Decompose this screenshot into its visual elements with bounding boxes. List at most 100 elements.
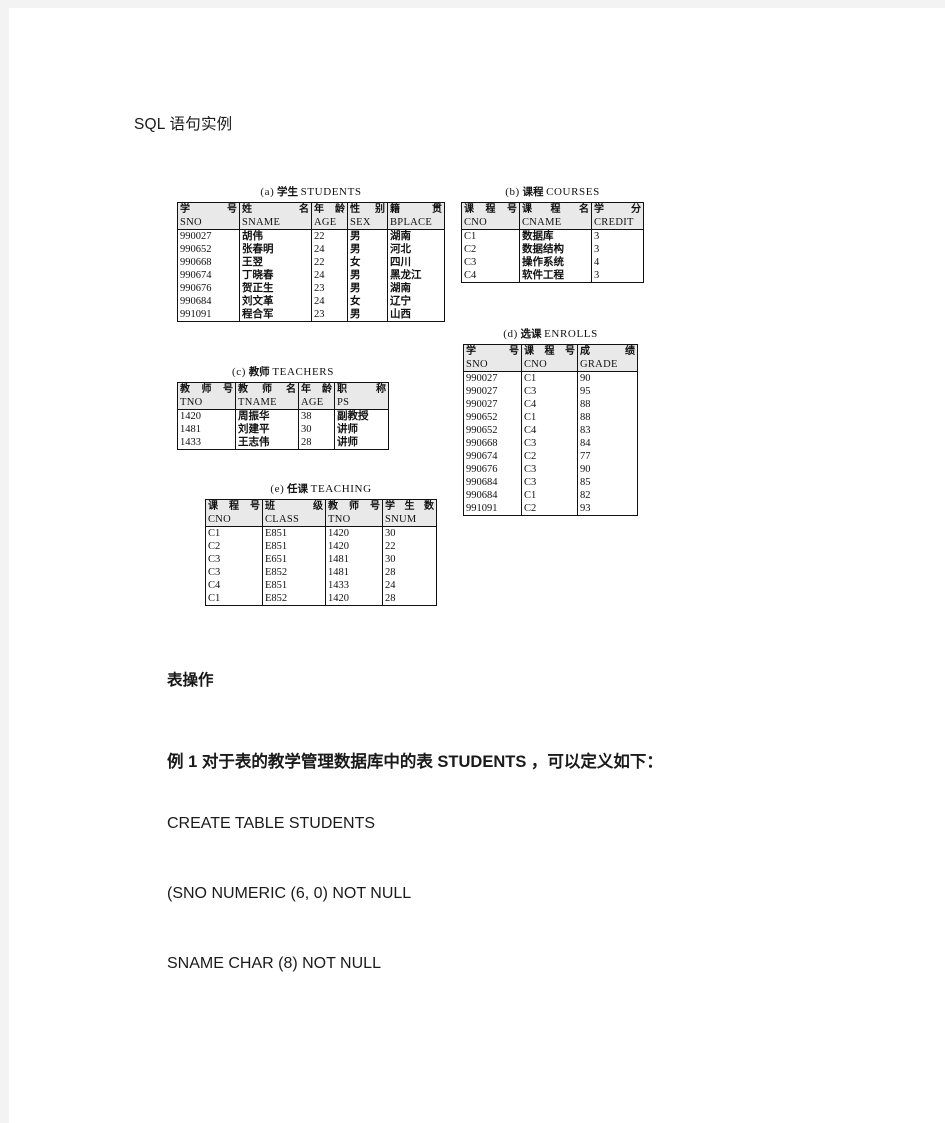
cell-grade: 83 — [577, 424, 638, 437]
table-header-cn-row: 课程号 班级 教师号 学生数 — [205, 499, 437, 513]
col-header-en-credit: CREDIT — [591, 216, 644, 230]
cell-cno: C4 — [521, 398, 578, 411]
figure-teaching: (e) 任课 TEACHING 课程号 班级 教师号 学生数 CNO CLASS… — [205, 481, 437, 606]
cell-grade: 90 — [577, 463, 638, 476]
col-header-en-tno: TNO — [325, 513, 383, 527]
table-header-cn-row: 课程号 课程名 学分 — [461, 202, 644, 216]
table-row: 1481 刘建平 30 讲师 — [177, 423, 389, 436]
col-header-cn-grade: 成绩 — [577, 344, 638, 358]
col-header-en-age: AGE — [298, 396, 335, 410]
col-header-cn-ps: 职称 — [334, 382, 389, 396]
cell-tno: 1420 — [177, 409, 236, 423]
cell-sno: 990027 — [463, 398, 522, 411]
cell-cno: C3 — [521, 463, 578, 476]
cell-age: 28 — [298, 436, 335, 450]
cell-age: 30 — [298, 423, 335, 436]
col-header-en-sex: SEX — [347, 216, 388, 230]
col-header-en-ps: PS — [334, 396, 389, 410]
col-header-cn-tname: 教师名 — [235, 382, 299, 396]
caption-label: (a) — [260, 186, 275, 198]
cell-bplace: 湖南 — [387, 229, 445, 243]
code-line-create-table: CREATE TABLE STUDENTS — [167, 815, 376, 832]
table-row: 990684 C3 85 — [463, 476, 638, 489]
cell-sex: 女 — [347, 256, 388, 269]
cell-grade: 95 — [577, 385, 638, 398]
table-row: 990676 C3 90 — [463, 463, 638, 476]
cell-grade: 93 — [577, 502, 638, 516]
cell-tno: 1481 — [177, 423, 236, 436]
table-row: C3 E852 1481 28 — [205, 566, 437, 579]
cell-class: E851 — [262, 526, 326, 540]
cell-snum: 24 — [382, 579, 437, 592]
cell-tno: 1433 — [177, 436, 236, 450]
cell-sno: 990027 — [463, 371, 522, 385]
figure-courses: (b) 课程 COURSES 课程号 课程名 学分 CNO CNAME CRED… — [461, 184, 644, 283]
table-row: 990674 丁晓春 24 男黑龙江 — [177, 269, 445, 282]
cell-sname: 程合军 — [239, 308, 312, 322]
cell-sno: 990674 — [463, 450, 522, 463]
table-row: 1420 周振华 38 副教授 — [177, 409, 389, 423]
cell-age: 38 — [298, 409, 335, 423]
cell-grade: 88 — [577, 411, 638, 424]
cell-snum: 30 — [382, 553, 437, 566]
cell-age: 24 — [311, 269, 348, 282]
table-header-en-row: TNO TNAME AGE PS — [177, 396, 389, 410]
table-header-cn-row: 教师号 教师名 年龄 职称 — [177, 382, 389, 396]
cell-cno: C1 — [521, 411, 578, 424]
table-header-cn-row: 学 号学号 姓名 年龄 性别 籍贯 — [177, 202, 445, 216]
table-row: 990674 C2 77 — [463, 450, 638, 463]
col-header-cn-age: 年龄 — [311, 202, 348, 216]
cell-tname: 刘建平 — [235, 423, 299, 436]
figure-enrolls: (d) 选课 ENROLLS 学号 课程号 成绩 SNO CNO GRADE 9… — [463, 326, 638, 516]
col-header-cn-sex: 性别 — [347, 202, 388, 216]
col-header-cn-bplace: 籍贯 — [387, 202, 445, 216]
caption-en: ENROLLS — [544, 328, 598, 340]
table-row: 990668 王翌 22 女四川 — [177, 256, 445, 269]
cell-sex: 男 — [347, 308, 388, 322]
table-header-cn-row: 学号 课程号 成绩 — [463, 344, 638, 358]
cell-credit: 3 — [591, 269, 644, 283]
col-header-cn-cno: 课程号 — [461, 202, 520, 216]
cell-sno: 991091 — [463, 502, 522, 516]
table-header-en-row: SNO SNAME AGE SEX BPLACE — [177, 216, 445, 230]
cell-cname: 软件工程 — [519, 269, 592, 283]
cell-sno: 990652 — [463, 411, 522, 424]
table-row: 990684 刘文革 24 女辽宁 — [177, 295, 445, 308]
cell-bplace: 山西 — [387, 308, 445, 322]
table-teachers: 教师号 教师名 年龄 职称 TNO TNAME AGE PS 1420 周振华 38… — [177, 382, 389, 450]
cell-age: 24 — [311, 295, 348, 308]
table-row: 990676 贺正生 23 男湖南 — [177, 282, 445, 295]
table-row: C3 操作系统 4 — [461, 256, 644, 269]
cell-cname: 数据结构 — [519, 243, 592, 256]
cell-sex: 女 — [347, 295, 388, 308]
table-row: 991091 C2 93 — [463, 502, 638, 516]
table-row: 990684 C1 82 — [463, 489, 638, 502]
cell-sno: 990674 — [177, 269, 240, 282]
cell-tno: 1420 — [325, 526, 383, 540]
table-row: C4 软件工程 3 — [461, 269, 644, 283]
table-row: 990027 胡伟 22 男湖南 — [177, 229, 445, 243]
cell-cno: C4 — [461, 269, 520, 283]
cell-cno: C2 — [205, 540, 263, 553]
table-students: 学 号学号 姓名 年龄 性别 籍贯 SNO SNAME AGE SEX BPLA… — [177, 202, 445, 322]
caption-label: (c) — [232, 366, 247, 378]
figure-teachers: (c) 教师 TEACHERS 教师号 教师名 年龄 职称 TNO TNAME … — [177, 364, 389, 450]
col-header-en-age: AGE — [311, 216, 348, 230]
cell-class: E851 — [262, 540, 326, 553]
cell-age: 24 — [311, 243, 348, 256]
cell-credit: 3 — [591, 229, 644, 243]
caption-cn: 任课 — [287, 483, 308, 495]
col-header-en-grade: GRADE — [577, 358, 638, 372]
cell-cno: C3 — [205, 553, 263, 566]
table-row: C1 E851 1420 30 — [205, 526, 437, 540]
caption-label: (b) — [505, 186, 520, 198]
col-header-en-tname: TNAME — [235, 396, 299, 410]
page-title: SQL 语句实例 — [134, 116, 233, 133]
cell-sno: 990027 — [463, 385, 522, 398]
cell-cno: C1 — [521, 371, 578, 385]
cell-class: E651 — [262, 553, 326, 566]
cell-sex: 男 — [347, 243, 388, 256]
cell-cno: C4 — [205, 579, 263, 592]
cell-cno: C2 — [521, 450, 578, 463]
figure-caption-teachers: (c) 教师 TEACHERS — [177, 364, 389, 379]
